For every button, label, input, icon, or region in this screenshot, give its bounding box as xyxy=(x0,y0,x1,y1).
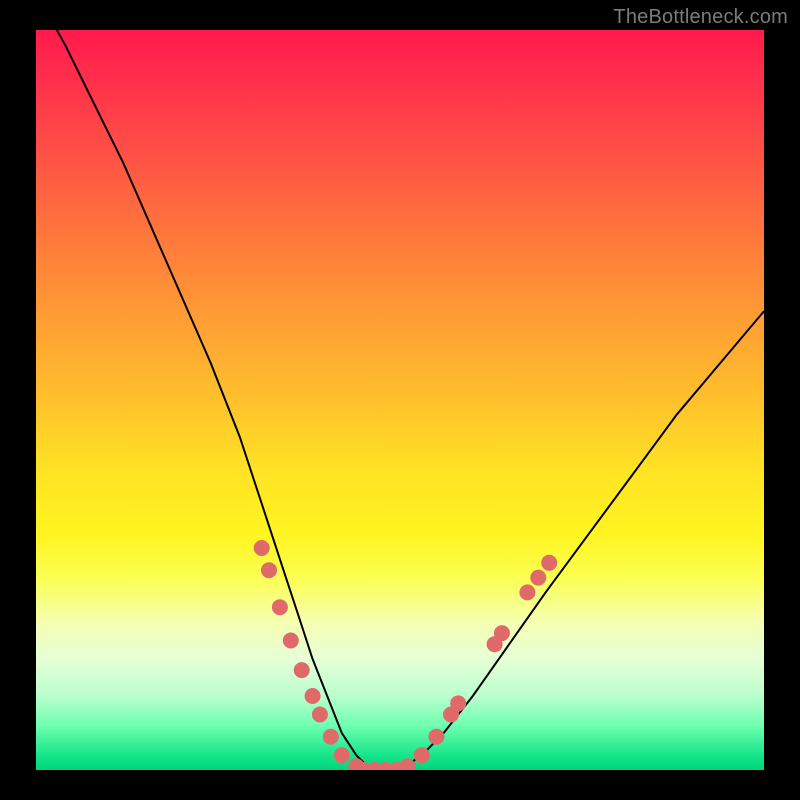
chart-frame: TheBottleneck.com xyxy=(0,0,800,800)
curve-marker xyxy=(334,747,350,763)
plot-area xyxy=(36,30,764,770)
curve-marker xyxy=(414,747,430,763)
curve-marker xyxy=(428,729,444,745)
curve-marker xyxy=(450,695,466,711)
marker-layer xyxy=(254,540,558,770)
curve-marker xyxy=(294,662,310,678)
curve-marker xyxy=(261,562,277,578)
bottleneck-curve xyxy=(36,30,764,770)
curve-marker xyxy=(323,729,339,745)
curve-marker xyxy=(312,707,328,723)
curve-marker xyxy=(254,540,270,556)
curve-marker xyxy=(305,688,321,704)
curve-marker xyxy=(283,633,299,649)
curve-marker xyxy=(272,599,288,615)
chart-svg xyxy=(36,30,764,770)
curve-marker xyxy=(519,584,535,600)
curve-marker xyxy=(494,625,510,641)
curve-marker xyxy=(541,555,557,571)
watermark-text: TheBottleneck.com xyxy=(613,6,788,29)
curve-marker xyxy=(530,570,546,586)
